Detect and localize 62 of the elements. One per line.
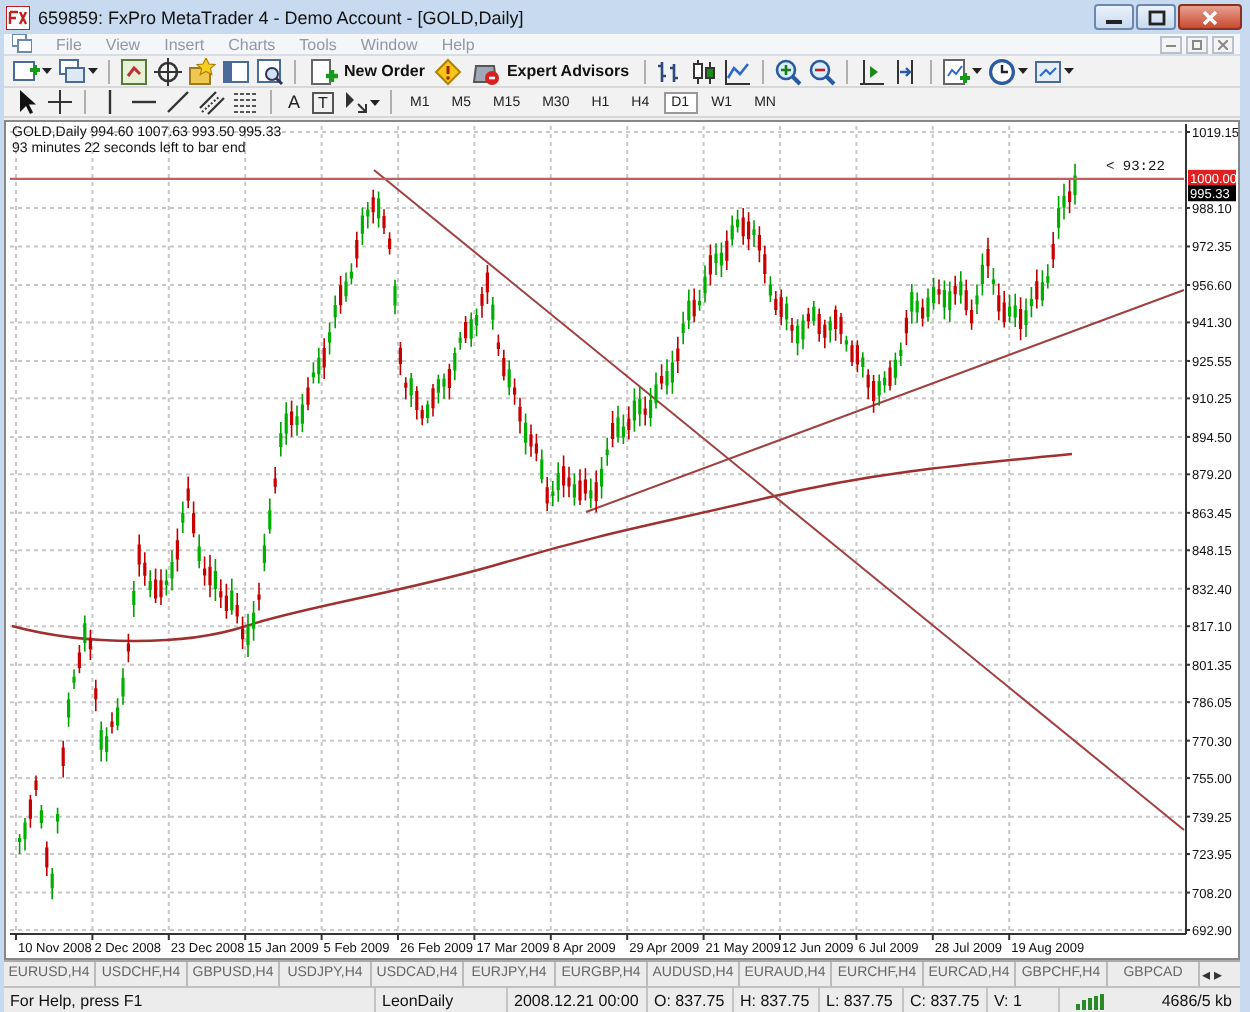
panel-icon[interactable] xyxy=(222,57,250,85)
document-plus-icon[interactable] xyxy=(310,57,338,85)
caret-icon[interactable] xyxy=(42,68,52,74)
maximize-icon xyxy=(1147,9,1165,25)
caret-icon[interactable] xyxy=(370,99,380,105)
template-icon[interactable] xyxy=(1033,57,1062,85)
line-chart-icon[interactable] xyxy=(723,57,752,85)
menu-item[interactable]: Insert xyxy=(164,35,205,53)
traffic-text: 4686/5 kb xyxy=(1159,990,1234,1012)
menu-item[interactable]: View xyxy=(105,35,141,53)
tab-scroll-button[interactable]: ◂ xyxy=(1200,965,1212,983)
bar-time: 2008.12.21 00:00 xyxy=(508,988,648,1012)
crosshair-icon[interactable] xyxy=(46,88,74,116)
high-price: H: 837.75 xyxy=(734,988,820,1012)
menu-item[interactable]: Charts xyxy=(228,35,276,53)
bar-chart-icon[interactable] xyxy=(655,57,684,85)
window-title: 659859: FxPro MetaTrader 4 - Demo Account - [GOLD,Daily] xyxy=(38,7,524,27)
text-label-tool[interactable]: T xyxy=(312,91,334,113)
close-button[interactable] xyxy=(1178,4,1242,30)
restore-button[interactable] xyxy=(1186,35,1208,53)
expert-advisors-button[interactable]: Expert Advisors xyxy=(468,56,634,86)
maximize-button[interactable] xyxy=(1136,4,1176,30)
close-icon xyxy=(1202,9,1218,25)
menu-item[interactable]: Help xyxy=(441,35,475,53)
caret-icon[interactable] xyxy=(1017,68,1028,74)
zoom-in-icon[interactable] xyxy=(773,57,802,85)
menu-item[interactable]: Tools xyxy=(299,35,337,53)
help-text: For Help, press F1 xyxy=(4,988,376,1012)
arrows-icon[interactable] xyxy=(340,88,368,116)
text-tool[interactable]: A xyxy=(282,91,306,113)
low-price: L: 837.75 xyxy=(820,988,904,1012)
minimize-icon xyxy=(1166,41,1176,47)
trend-line-icon[interactable] xyxy=(164,88,192,116)
star-folder-icon[interactable] xyxy=(188,57,216,85)
open-price: O: 837.75 xyxy=(648,988,734,1012)
minimize-button[interactable] xyxy=(1094,4,1134,30)
candlestick-icon[interactable] xyxy=(689,57,718,85)
warning-icon[interactable] xyxy=(434,57,463,85)
zoom-out-icon[interactable] xyxy=(807,57,836,85)
app-icon xyxy=(6,5,30,29)
caret-icon[interactable] xyxy=(88,68,98,74)
close-icon xyxy=(1218,39,1228,49)
windows-icon[interactable] xyxy=(58,57,86,85)
menu-item[interactable]: Window xyxy=(360,35,418,53)
volume: V: 1 xyxy=(988,988,1060,1012)
connection-bars-icon xyxy=(1076,992,1108,1010)
close-price: C: 837.75 xyxy=(904,988,988,1012)
caret-icon[interactable] xyxy=(971,68,982,74)
magnifier-window-icon[interactable] xyxy=(256,57,284,85)
restore-icon xyxy=(1191,38,1203,50)
menu-item[interactable]: File xyxy=(56,35,82,53)
document-icon[interactable] xyxy=(12,34,32,54)
crosshair-icon[interactable] xyxy=(154,57,182,85)
indicator-plus-icon[interactable] xyxy=(941,57,970,85)
chart-shift-icon[interactable] xyxy=(857,57,886,85)
fibonacci-icon[interactable] xyxy=(232,88,260,116)
caret-icon[interactable] xyxy=(1063,68,1074,74)
tab-scroll-button[interactable]: ▸ xyxy=(1212,965,1224,983)
profile-name: LeonDaily xyxy=(376,988,508,1012)
new-chart-icon[interactable] xyxy=(12,57,40,85)
clock-icon[interactable] xyxy=(987,57,1016,85)
new-order-button[interactable]: New Order xyxy=(306,56,429,86)
